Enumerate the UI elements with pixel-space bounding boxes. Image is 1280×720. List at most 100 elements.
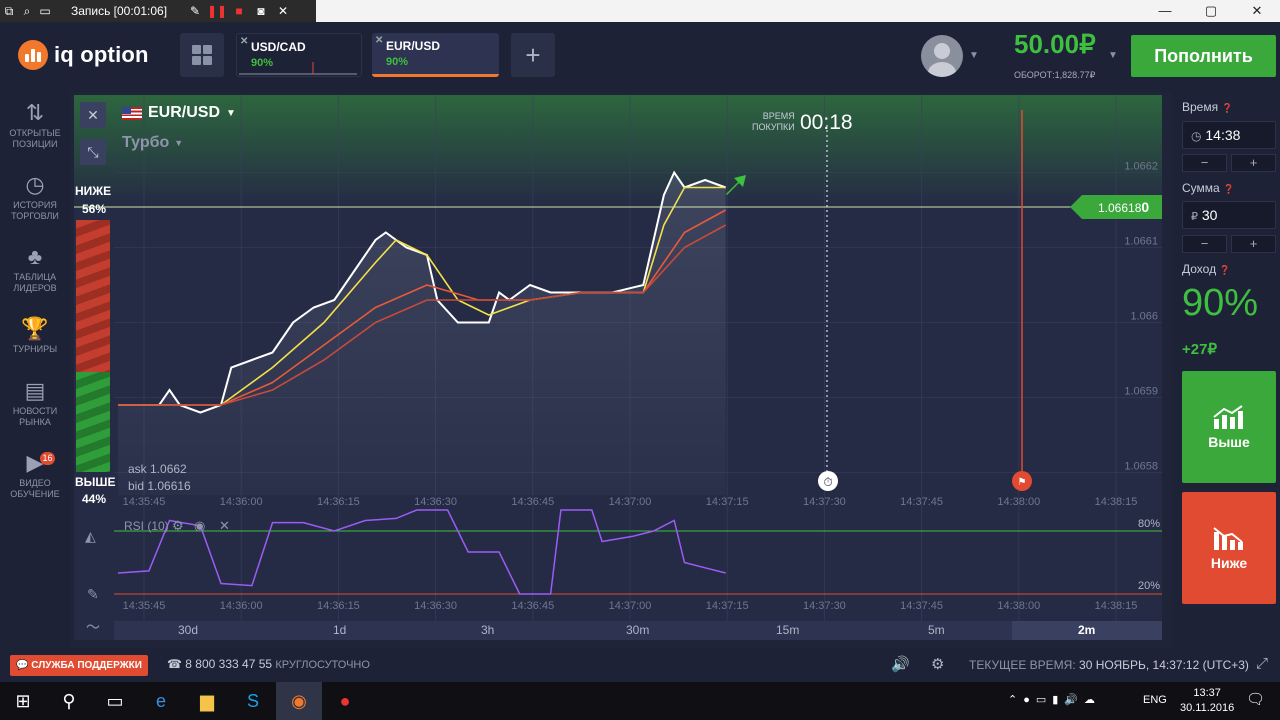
iqoption-app-icon[interactable]: ◉ [276, 682, 322, 720]
rsi-x-tick-label: 14:36:30 [414, 600, 457, 612]
timeframe-3h[interactable]: 3h [481, 623, 494, 637]
clock-time: 13:37 [1193, 687, 1221, 699]
chart-up-icon [1213, 405, 1243, 429]
timeframe-1d[interactable]: 1d [333, 623, 346, 637]
amount-minus-button[interactable]: − [1182, 235, 1227, 253]
avatar[interactable] [921, 35, 963, 77]
pen-icon[interactable]: ✎ [184, 4, 206, 18]
pause-icon[interactable]: ❚❚ [206, 4, 228, 18]
timeframe-30d[interactable]: 30d [178, 623, 198, 637]
info-icon[interactable]: ❓ [1223, 184, 1234, 194]
asset-tab-eurusd[interactable]: ✕ EUR/USD 90% [372, 33, 499, 77]
close-indicator-icon[interactable]: ✕ [219, 518, 230, 534]
price-chart[interactable]: 14:35:45 14:36:00 14:36:15 14:36:30 14:36:45… [74, 95, 1162, 640]
camera-icon[interactable]: ◙ [250, 4, 272, 18]
asset-tab-usdcad[interactable]: ✕ USD/CAD 90% [236, 33, 362, 77]
eye-icon[interactable]: ◉ [194, 518, 205, 534]
time-plus-button[interactable]: + [1231, 154, 1276, 172]
support-label: СЛУЖБА ПОДДЕРЖКИ [31, 660, 142, 671]
lower-percent: 56% [82, 202, 107, 216]
sidebar-item-leaderboard[interactable]: ♣ ТАБЛИЦА ЛИДЕРОВ [0, 244, 70, 294]
news-icon: ▤ [24, 378, 46, 403]
sidebar-item-history[interactable]: ◷ ИСТОРИЯ ТОРГОВЛИ [0, 172, 70, 222]
system-tray-icons[interactable]: ⌃●▭▮🔊☁ [1008, 693, 1101, 706]
balance[interactable]: 50.00₽ [1014, 29, 1096, 60]
rsi-x-tick-label: 14:37:45 [900, 600, 943, 612]
flag-icon [122, 106, 142, 120]
notifications-icon[interactable]: 🗨 [1246, 690, 1265, 708]
timeframe-30m[interactable]: 30m [626, 623, 649, 637]
restore-icon[interactable]: ⧉ [0, 4, 18, 19]
amount-input[interactable]: ₽ 30 [1182, 201, 1276, 229]
profile-chevron-down-icon[interactable]: ▼ [969, 50, 979, 61]
x-tick-label: 14:36:15 [317, 496, 360, 508]
support-button[interactable]: 💬 СЛУЖБА ПОДДЕРЖКИ [10, 655, 148, 676]
expiry-time-value: 14:38 [1205, 127, 1241, 143]
put-button[interactable]: Ниже [1182, 492, 1276, 604]
maximize-button[interactable]: ▢ [1188, 0, 1234, 22]
settings-gear-icon[interactable]: ⚙ [931, 655, 944, 673]
info-icon[interactable]: ❓ [1221, 103, 1232, 113]
y-tick-label: 1.066 [1130, 311, 1158, 323]
deposit-button[interactable]: Пополнить [1131, 35, 1276, 77]
phone-icon: ☎ [167, 657, 182, 671]
edge-icon[interactable]: e [138, 682, 184, 720]
sidebar-item-label: ТАБЛИЦА [13, 272, 57, 282]
income-percent: 90% [1182, 282, 1259, 324]
recorder-app-icon[interactable]: ● [322, 682, 368, 720]
x-axis-labels: 14:35:45 14:36:00 14:36:15 14:36:30 14:36:45… [123, 496, 1138, 508]
support-phone[interactable]: ☎ 8 800 333 47 55 КРУГЛОСУТОЧНО [167, 657, 370, 671]
sound-icon[interactable]: 🔊 [891, 655, 910, 673]
income-label-text: Доход [1182, 262, 1217, 276]
purchase-countdown: 00:18 [800, 111, 853, 134]
call-button[interactable]: Выше [1182, 371, 1276, 483]
settings-gear-icon[interactable]: ⚙ [172, 518, 184, 534]
balance-chevron-down-icon[interactable]: ▼ [1108, 50, 1118, 61]
asset-selector[interactable]: EUR/USD ▼ [122, 104, 236, 122]
sidebar-item-open-positions[interactable]: ⇅ ОТКРЫТЫЕ ПОЗИЦИИ [0, 100, 70, 150]
timeframe-2m[interactable]: 2m [1078, 623, 1095, 637]
add-asset-button[interactable]: + [511, 33, 555, 77]
close-tab-icon[interactable]: ✕ [375, 35, 383, 46]
rsi-x-tick-label: 14:37:15 [706, 600, 749, 612]
time-minus-button[interactable]: − [1182, 154, 1227, 172]
taskbar-clock[interactable]: 13:37 30.11.2016 [1180, 686, 1234, 716]
info-icon[interactable]: ❓ [1219, 265, 1230, 275]
drawing-tool-icon[interactable]: ✎ [87, 586, 99, 603]
fullscreen-icon[interactable]: ▭ [36, 4, 54, 18]
amount-plus-button[interactable]: + [1231, 235, 1276, 253]
close-tab-icon[interactable]: ✕ [240, 36, 248, 47]
sidebar-item-news[interactable]: ▤ НОВОСТИ РЫНКА [0, 378, 70, 428]
skype-icon[interactable]: S [230, 682, 276, 720]
language-indicator[interactable]: ENG [1143, 694, 1167, 706]
amount-value: 30 [1201, 207, 1218, 223]
all-assets-button[interactable] [180, 33, 224, 77]
mode-selector[interactable]: Турбо ▼ [122, 134, 183, 152]
minimize-button[interactable]: — [1142, 0, 1188, 22]
indicators-icon[interactable]: 〜 [86, 617, 100, 637]
purchase-time-label: ВРЕМЯ ПОКУПКИ [752, 111, 795, 133]
file-explorer-icon[interactable]: ▆ [184, 682, 230, 720]
windows-start-icon[interactable]: ⊞ [0, 682, 46, 720]
task-view-icon[interactable]: ▭ [92, 682, 138, 720]
collapse-icon[interactable]: ⤡ [80, 139, 106, 165]
close-chart-icon[interactable]: ✕ [80, 102, 106, 128]
close-button[interactable]: ✕ [1234, 0, 1280, 22]
sidebar-item-label: ТОРГОВЛИ [11, 211, 59, 221]
clock-icon: ◷ [1191, 129, 1202, 143]
stop-icon[interactable]: ■ [228, 4, 250, 18]
fullscreen-icon[interactable]: ⤢ [1256, 655, 1268, 672]
sidebar-item-video[interactable]: ▶ ВИДЕО ОБУЧЕНИЕ 16 [0, 450, 70, 500]
timeframe-15m[interactable]: 15m [776, 623, 799, 637]
chart-type-icon[interactable]: ◭ [85, 528, 96, 545]
y-tick-label: 1.0662 [1124, 161, 1158, 173]
search-icon[interactable]: ⚲ [46, 682, 92, 720]
sidebar-item-label: ПОЗИЦИИ [12, 139, 58, 149]
timeframe-5m[interactable]: 5m [928, 623, 945, 637]
search-icon[interactable]: ⌕ [18, 4, 36, 19]
logo[interactable]: iq option [18, 40, 149, 70]
sidebar-item-tournaments[interactable]: 🏆 ТУРНИРЫ [0, 316, 70, 355]
current-time-label: ТЕКУЩЕЕ ВРЕМЯ: [969, 658, 1076, 672]
expiry-time-input[interactable]: ◷ 14:38 [1182, 121, 1276, 149]
close-recorder-icon[interactable]: ✕ [272, 4, 294, 18]
